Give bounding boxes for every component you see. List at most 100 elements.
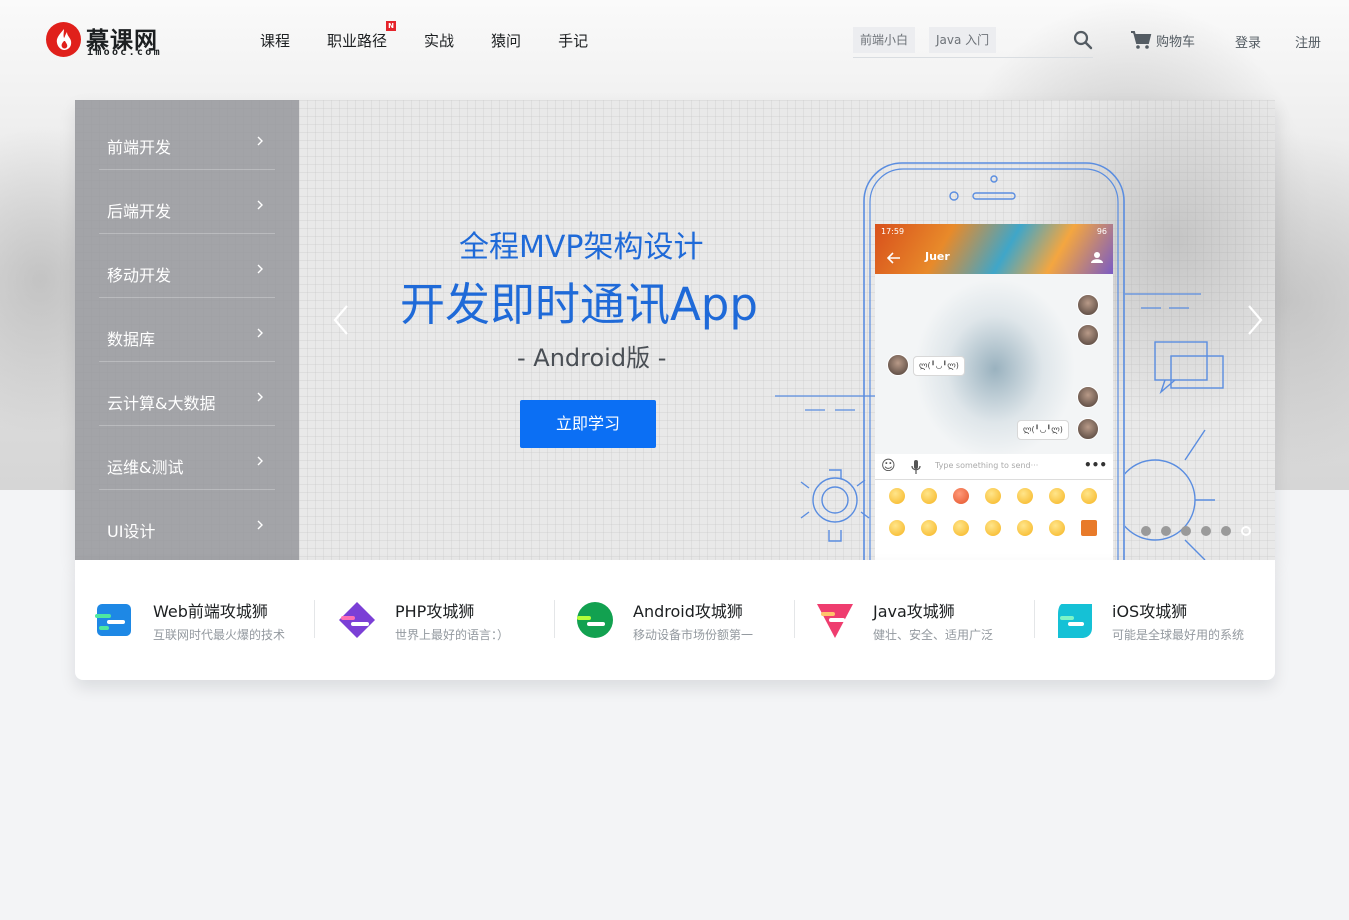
divider — [554, 600, 555, 638]
phone-screen: 17:59 96 Juer ლ(╹◡╹ლ) ლ(╹◡╹ლ) ☺ Type som… — [875, 224, 1113, 560]
next-slide-arrow-icon[interactable] — [1243, 300, 1267, 340]
prev-slide-arrow-icon[interactable] — [329, 300, 353, 340]
path-title: Java攻城狮 — [873, 602, 955, 621]
status-time: 17:59 — [881, 227, 905, 236]
chat-name: Juer — [925, 250, 950, 263]
chat-input-placeholder: Type something to send··· — [935, 461, 1039, 470]
gift-icon — [1081, 520, 1097, 536]
path-description: 可能是全球最好用的系统 — [1112, 628, 1245, 642]
emoji-icon — [985, 488, 1001, 504]
emoji-icon — [921, 488, 937, 504]
slide-dot[interactable] — [1161, 526, 1171, 536]
menu-item-frontend[interactable]: 前端开发 — [99, 106, 275, 170]
chevron-right-icon — [257, 456, 263, 466]
logo-subtitle: imooc.com — [87, 47, 162, 58]
chevron-right-icon — [257, 264, 263, 274]
nav-item-qa[interactable]: 猿问 — [491, 30, 521, 52]
nav-item-career-path[interactable]: 职业路径 N — [327, 21, 397, 52]
path-card-android[interactable]: Android攻城狮 移动设备市场份额第一 — [575, 598, 815, 648]
path-title: iOS攻城狮 — [1112, 602, 1188, 621]
search-hot-tag[interactable]: Java 入门 — [929, 27, 997, 53]
menu-item-label: 运维&测试 — [107, 458, 184, 477]
path-description: 世界上最好的语言：） — [395, 628, 510, 642]
menu-item-database[interactable]: 数据库 — [99, 298, 275, 362]
path-card-java[interactable]: Java攻城狮 健壮、安全、适用广泛 — [815, 598, 1055, 648]
avatar — [887, 354, 909, 376]
site-logo[interactable]: 慕课网 imooc.com — [46, 22, 166, 60]
nav-item-courses[interactable]: 课程 — [260, 30, 290, 52]
chevron-right-icon — [257, 200, 263, 210]
cart-icon — [1131, 31, 1152, 49]
line-art-decoration — [1125, 293, 1201, 309]
slide-dot[interactable] — [1201, 526, 1211, 536]
slide-title: 开发即时通讯App — [400, 278, 758, 331]
microphone-icon — [911, 460, 921, 474]
divider — [794, 600, 795, 638]
menu-item-mobile[interactable]: 移动开发 — [99, 234, 275, 298]
menu-item-cloud-bigdata[interactable]: 云计算&大数据 — [99, 362, 275, 426]
path-title: PHP攻城狮 — [395, 602, 475, 621]
category-menu: 前端开发 后端开发 移动开发 数据库 云计算&大数据 运维&测试 UI设计 — [75, 100, 299, 560]
path-card-web[interactable]: Web前端攻城狮 互联网时代最火爆的技术 — [95, 598, 335, 648]
nav-item-practice[interactable]: 实战 — [424, 30, 454, 52]
path-description: 健壮、安全、适用广泛 — [873, 628, 994, 642]
emoji-icon — [985, 520, 1001, 536]
slide-subtitle: 全程MVP架构设计 — [459, 230, 704, 265]
path-description: 互联网时代最火爆的技术 — [153, 628, 286, 642]
chat-bubble: ლ(╹◡╹ლ) — [913, 356, 965, 376]
nav-label: 课程 — [260, 32, 291, 50]
emoji-icon — [921, 520, 937, 536]
avatar — [1077, 324, 1099, 346]
chat-bubble: ლ(╹◡╹ლ) — [1017, 420, 1069, 440]
status-battery: 96 — [1096, 227, 1107, 236]
new-badge: N — [386, 21, 397, 31]
slide-dot[interactable] — [1181, 526, 1191, 536]
register-link[interactable]: 注册 — [1295, 32, 1321, 51]
emoji-icon — [1049, 488, 1065, 504]
menu-item-label: 移动开发 — [107, 266, 172, 285]
chat-input-bar: ☺ Type something to send··· ••• — [875, 454, 1113, 480]
cart-button[interactable]: 购物车 — [1130, 30, 1195, 50]
menu-item-ui-design[interactable]: UI设计 — [99, 490, 275, 554]
avatar — [1077, 386, 1099, 408]
more-icon: ••• — [1083, 458, 1107, 472]
slide-dot[interactable] — [1141, 526, 1151, 536]
menu-item-ops-testing[interactable]: 运维&测试 — [99, 426, 275, 490]
android-path-icon — [577, 602, 613, 638]
menu-item-label: 云计算&大数据 — [107, 394, 216, 413]
nav-label: 手记 — [558, 32, 589, 50]
learn-now-button[interactable]: 立即学习 — [520, 400, 656, 448]
menu-item-label: 后端开发 — [107, 202, 172, 221]
nav-label: 职业路径 — [327, 32, 388, 50]
menu-item-backend[interactable]: 后端开发 — [99, 170, 275, 234]
path-title: Android攻城狮 — [633, 602, 743, 621]
web-path-icon — [95, 604, 131, 636]
menu-item-label: 数据库 — [107, 330, 156, 349]
career-path-strip: Web前端攻城狮 互联网时代最火爆的技术 PHP攻城狮 世界上最好的语言：） A… — [75, 560, 1275, 680]
chat-header: 17:59 96 Juer — [875, 224, 1113, 274]
user-icon — [1091, 252, 1103, 263]
search-box[interactable]: 前端小白 Java 入门 — [853, 24, 1093, 58]
login-link[interactable]: 登录 — [1235, 32, 1261, 51]
path-card-php[interactable]: PHP攻城狮 世界上最好的语言：） — [337, 598, 577, 648]
path-title: Web前端攻城狮 — [153, 602, 268, 621]
cart-label: 购物车 — [1156, 34, 1196, 50]
search-hot-tag[interactable]: 前端小白 — [853, 27, 916, 53]
nav-item-notes[interactable]: 手记 — [558, 30, 588, 52]
chevron-right-icon — [257, 328, 263, 338]
emoji-icon — [1017, 520, 1033, 536]
php-path-icon — [339, 602, 375, 638]
path-card-ios[interactable]: iOS攻城狮 可能是全球最好用的系统 — [1054, 598, 1294, 648]
flame-icon — [46, 22, 81, 57]
avatar — [1077, 418, 1099, 440]
gear-icon — [1125, 429, 1215, 560]
emoji-icon — [1017, 488, 1033, 504]
emoji-icon — [953, 520, 969, 536]
slide-dot-active[interactable] — [1241, 526, 1251, 536]
slide-dot[interactable] — [1221, 526, 1231, 536]
slide-version: - Android版 - — [517, 344, 667, 372]
path-description: 移动设备市场份额第一 — [633, 628, 754, 642]
chevron-right-icon — [257, 392, 263, 402]
chat-messages: ლ(╹◡╹ლ) ლ(╹◡╹ლ) — [875, 274, 1113, 454]
search-icon[interactable] — [1073, 30, 1093, 50]
